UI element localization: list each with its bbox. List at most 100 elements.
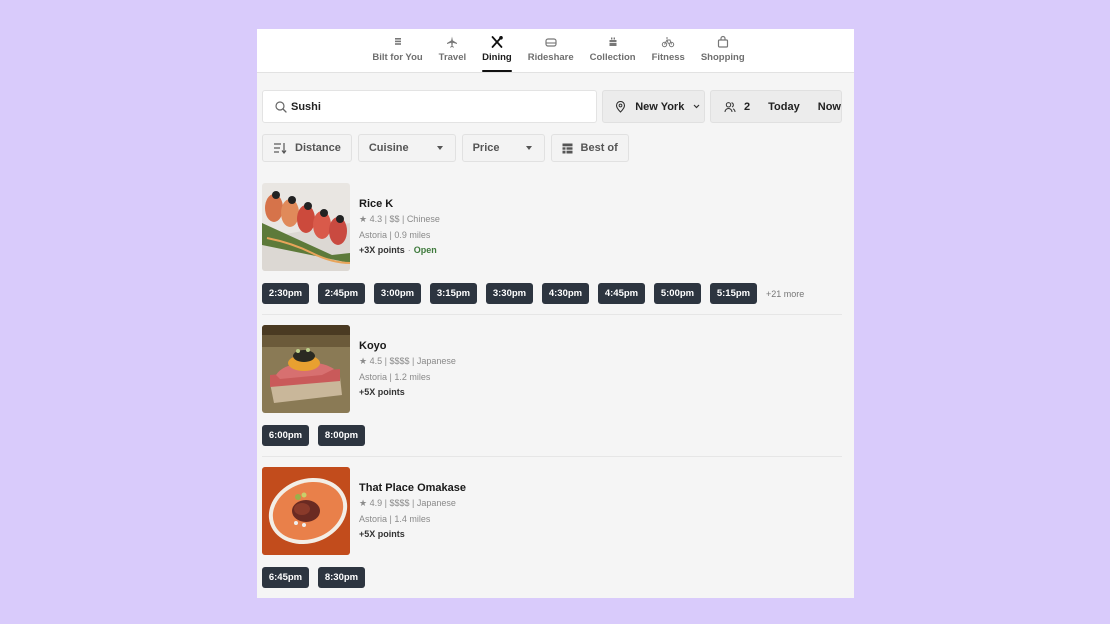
restaurant-rating-price-cuisine: ★ 4.9 | $$$$ | Japanese — [359, 498, 466, 509]
restaurant-photo[interactable] — [262, 467, 350, 555]
filter-distance[interactable]: Distance — [262, 134, 352, 162]
separator: | — [399, 214, 407, 224]
nav-tab-bilt-for-you[interactable]: Bilt for You — [372, 29, 423, 72]
time-slots: 6:00pm 8:00pm — [262, 425, 842, 446]
restaurant-rating-price-cuisine: ★ 4.5 | $$$$ | Japanese — [359, 356, 456, 367]
time-slot-button[interactable]: 4:30pm — [542, 283, 589, 304]
time-value: Now — [817, 100, 841, 113]
time-slot-button[interactable]: 8:00pm — [318, 425, 365, 446]
time-slot-button[interactable]: 8:30pm — [318, 567, 365, 588]
restaurant-photo[interactable] — [262, 325, 350, 413]
time-slot-button[interactable]: 5:00pm — [654, 283, 701, 304]
price: $$$$ — [389, 356, 410, 366]
distance: 0.9 miles — [394, 230, 431, 240]
nav-tab-label: Collection — [589, 52, 636, 63]
distance: 1.4 miles — [394, 514, 431, 524]
time-slot-button[interactable]: 3:15pm — [430, 283, 477, 304]
map-pin-icon — [616, 100, 626, 113]
restaurant-info: Koyo ★ 4.5 | $$$$ | Japanese Astoria | 1… — [359, 325, 456, 413]
nav-tab-collection[interactable]: Collection — [590, 29, 636, 72]
reservation-selector: 2 Today Now — [710, 90, 842, 123]
points-line: +3X points · Open — [359, 245, 440, 255]
star-icon: ★ — [359, 214, 368, 224]
filter-label: Distance — [295, 142, 341, 154]
price: $$$$ — [389, 498, 410, 508]
restaurant-location: Astoria | 1.2 miles — [359, 372, 456, 382]
dot-separator: · — [407, 245, 411, 255]
distance: 1.2 miles — [394, 372, 431, 382]
sushi-roll-image — [262, 183, 350, 271]
points-multiplier: +5X points — [359, 529, 405, 539]
restaurant-list: Rice K ★ 4.3 | $$ | Chinese Astoria | 0.… — [262, 183, 842, 598]
nav-tab-label: Bilt for You — [372, 52, 423, 63]
nav-tab-label: Shopping — [700, 52, 745, 63]
restaurant-info: That Place Omakase ★ 4.9 | $$$$ | Japane… — [359, 467, 466, 555]
neighborhood: Astoria — [359, 230, 388, 240]
rating: 4.3 — [369, 214, 383, 224]
time-slot-button[interactable]: 6:45pm — [262, 567, 309, 588]
price: $$ — [389, 214, 400, 224]
time-slot-button[interactable]: 2:45pm — [318, 283, 365, 304]
caret-down-icon — [525, 146, 532, 150]
filter-best-of[interactable]: Best of — [550, 134, 629, 162]
time-slot-button[interactable]: 3:30pm — [486, 283, 533, 304]
time-slot-button[interactable]: 2:30pm — [262, 283, 309, 304]
more-slots-link[interactable]: +21 more — [766, 289, 804, 299]
restaurant-name[interactable]: That Place Omakase — [359, 482, 466, 494]
nav-tab-label: Rideshare — [527, 52, 574, 63]
restaurant-location: Astoria | 0.9 miles — [359, 230, 440, 240]
separator: | — [409, 356, 417, 366]
nav-tab-dining[interactable]: Dining — [482, 29, 512, 72]
restaurant-card: That Place Omakase ★ 4.9 | $$$$ | Japane… — [262, 467, 842, 598]
airplane-icon — [447, 36, 458, 48]
time-slots: 2:30pm 2:45pm 3:00pm 3:15pm 3:30pm 4:30p… — [262, 283, 842, 304]
filter-price[interactable]: Price — [461, 134, 545, 162]
restaurant-name[interactable]: Koyo — [359, 340, 456, 352]
rating: 4.9 — [369, 498, 383, 508]
search-input[interactable] — [291, 100, 571, 113]
omakase-dish-image — [262, 467, 350, 555]
sort-icon — [274, 143, 287, 154]
location-label: New York — [635, 100, 685, 113]
filter-label: Price — [472, 142, 500, 154]
time-slot-button[interactable]: 6:00pm — [262, 425, 309, 446]
search-row: New York 2 Today Now — [262, 90, 842, 123]
open-status: Open — [413, 245, 437, 255]
filter-row: Distance Cuisine Price Best of — [262, 134, 629, 162]
restaurant-photo[interactable] — [262, 183, 350, 271]
cuisine: Chinese — [406, 214, 440, 224]
nav-tab-label: Dining — [482, 52, 512, 63]
gift-icon — [609, 37, 617, 46]
time-slot-button[interactable]: 4:45pm — [598, 283, 645, 304]
shopping-bag-icon — [717, 35, 728, 48]
restaurant-location: Astoria | 1.4 miles — [359, 514, 466, 524]
uni-nigiri-image — [262, 325, 350, 413]
search-box[interactable] — [262, 90, 598, 123]
top-nav: Bilt for You Travel Dining Rideshare Col… — [257, 29, 854, 73]
star-icon: ★ — [359, 356, 368, 366]
location-selector[interactable]: New York — [602, 90, 705, 123]
restaurant-name[interactable]: Rice K — [359, 198, 440, 210]
nav-tab-rideshare[interactable]: Rideshare — [528, 29, 574, 72]
restaurant-rating-price-cuisine: ★ 4.3 | $$ | Chinese — [359, 214, 440, 225]
date-selector[interactable]: Today — [768, 101, 800, 113]
nav-tab-shopping[interactable]: Shopping — [701, 29, 745, 72]
caret-down-icon — [436, 146, 443, 150]
separator: | — [409, 498, 417, 508]
party-size-selector[interactable]: 2 — [724, 101, 750, 113]
grid-icon — [394, 38, 401, 45]
neighborhood: Astoria — [359, 372, 388, 382]
nav-tab-travel[interactable]: Travel — [439, 29, 466, 72]
nav-tab-fitness[interactable]: Fitness — [652, 29, 685, 72]
chevron-down-icon — [693, 104, 700, 109]
time-selector[interactable]: Now — [818, 101, 841, 113]
points-line: +5X points — [359, 529, 466, 539]
time-slot-button[interactable]: 3:00pm — [374, 283, 421, 304]
time-slot-button[interactable]: 5:15pm — [710, 283, 757, 304]
car-icon — [545, 38, 557, 47]
filter-cuisine[interactable]: Cuisine — [357, 134, 456, 162]
search-icon — [275, 100, 287, 113]
neighborhood: Astoria — [359, 514, 388, 524]
nav-tab-label: Fitness — [651, 52, 685, 63]
points-multiplier: +3X points — [359, 245, 405, 255]
